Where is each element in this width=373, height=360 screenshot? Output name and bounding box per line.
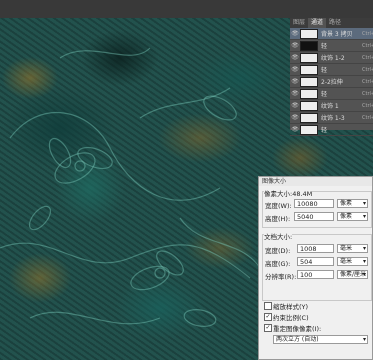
channel-name: 轻 <box>321 67 328 74</box>
channel-thumbnail <box>300 88 318 99</box>
channel-shortcut: Ctrl+ <box>362 114 373 121</box>
width-unit-select[interactable]: 像素 <box>337 199 368 208</box>
resolution-unit-select[interactable]: 像素/厘米 <box>337 270 368 279</box>
doc-height-input[interactable]: 504 <box>297 257 334 266</box>
constrain-proportions-label: 约束比例(C) <box>273 314 309 322</box>
channel-name: 纹饰 1-3 <box>321 115 345 122</box>
channel-row[interactable]: 👁 纹饰 1-2 Ctrl+ <box>290 52 373 64</box>
channel-row[interactable]: 👁 轻 Ctrl+ <box>290 64 373 76</box>
channel-row[interactable]: 👁 背景 3 拷贝 Ctrl+ <box>290 28 373 40</box>
eye-icon[interactable]: 👁 <box>290 78 300 85</box>
eye-icon[interactable]: 👁 <box>290 54 300 61</box>
pixel-size-label: 像素大小:48.4M <box>264 188 313 198</box>
channel-name: 轻 <box>321 91 328 98</box>
channel-row[interactable]: 👁 轻 <box>290 124 373 136</box>
channel-row[interactable]: 👁 轻 Ctrl+ <box>290 88 373 100</box>
constrain-proportions-checkbox[interactable]: ✓ <box>264 313 272 321</box>
channel-shortcut: Ctrl+ <box>362 66 373 73</box>
scale-styles-label: 缩放样式(Y) <box>273 303 309 311</box>
document-size-label: 文档大小: <box>264 231 293 241</box>
resolution-input[interactable]: 100 <box>297 270 334 279</box>
height-input[interactable]: 5040 <box>294 212 334 221</box>
scale-styles-checkbox[interactable] <box>264 302 272 310</box>
channel-shortcut: Ctrl+ <box>362 90 373 97</box>
channel-thumbnail <box>300 112 318 123</box>
channel-thumbnail <box>300 52 318 63</box>
channel-thumbnail <box>300 76 318 87</box>
eye-icon[interactable]: 👁 <box>290 114 300 121</box>
channel-row[interactable]: 👁 2-2拉伸 Ctrl+ <box>290 76 373 88</box>
top-toolbar <box>0 0 373 18</box>
doc-width-label: 宽度(D): <box>265 247 291 255</box>
resample-method-select[interactable]: 两次立方 (自动) <box>273 335 368 344</box>
channel-name: 纹饰 1-2 <box>321 55 345 62</box>
channel-name: 纹饰 1 <box>321 103 339 110</box>
channel-shortcut: Ctrl+ <box>362 102 373 109</box>
channel-name: 2-2拉伸 <box>321 79 343 86</box>
channel-shortcut: Ctrl+ <box>362 42 373 49</box>
channel-row[interactable]: 👁 纹饰 1 Ctrl+ <box>290 100 373 112</box>
channel-thumbnail <box>300 64 318 75</box>
eye-icon[interactable]: 👁 <box>290 66 300 73</box>
panel-tabs: 图层 通道 路径 <box>290 18 373 28</box>
tab-layers[interactable]: 图层 <box>290 18 308 28</box>
channel-thumbnail <box>300 100 318 111</box>
dialog-title: 图像大小 <box>259 177 372 186</box>
eye-icon[interactable]: 👁 <box>290 102 300 109</box>
resample-checkbox[interactable]: ✓ <box>264 324 272 332</box>
resample-label: 重定图像像素(I): <box>273 325 322 333</box>
eye-icon[interactable]: 👁 <box>290 42 300 49</box>
channel-thumbnail <box>300 40 318 51</box>
layer-list: 👁 背景 3 拷贝 Ctrl+ 👁 轻 Ctrl+ 👁 纹饰 1-2 Ctrl+ 👁 轻 Ctrl+ 👁… <box>290 28 373 136</box>
channels-panel: 图层 通道 路径 👁 背景 3 拷贝 Ctrl+ 👁 轻 Ctrl+ 👁 纹饰 1-2 Ctrl… <box>290 18 373 136</box>
doc-height-unit-select[interactable]: 毫米 <box>337 257 368 266</box>
eye-icon[interactable]: 👁 <box>290 30 300 37</box>
channel-name: 背景 3 拷贝 <box>321 31 353 38</box>
eye-icon[interactable]: 👁 <box>290 126 300 133</box>
width-label: 宽度(W): <box>265 202 292 210</box>
channel-shortcut: Ctrl+ <box>362 54 373 61</box>
tab-channels[interactable]: 通道 <box>308 18 327 28</box>
channel-thumbnail <box>300 28 318 39</box>
height-label: 高度(H): <box>265 215 291 223</box>
tab-paths[interactable]: 路径 <box>326 18 344 28</box>
doc-width-unit-select[interactable]: 毫米 <box>337 244 368 253</box>
channel-name: 轻 <box>321 43 328 50</box>
channel-row[interactable]: 👁 轻 Ctrl+ <box>290 40 373 52</box>
channel-name: 轻 <box>321 127 328 134</box>
image-size-dialog: 图像大小 像素大小:48.4M 宽度(W): 10080 像素 高度(H): 5… <box>258 176 373 360</box>
height-unit-select[interactable]: 像素 <box>337 212 368 221</box>
channel-row[interactable]: 👁 纹饰 1-3 Ctrl+ <box>290 112 373 124</box>
width-input[interactable]: 10080 <box>294 199 334 208</box>
eye-icon[interactable]: 👁 <box>290 90 300 97</box>
channel-shortcut: Ctrl+ <box>362 30 373 37</box>
doc-height-label: 高度(G): <box>265 260 291 268</box>
channel-thumbnail <box>300 124 318 135</box>
doc-width-input[interactable]: 1008 <box>297 244 334 253</box>
channel-shortcut: Ctrl+ <box>362 78 373 85</box>
resolution-label: 分辨率(R): <box>265 273 297 281</box>
